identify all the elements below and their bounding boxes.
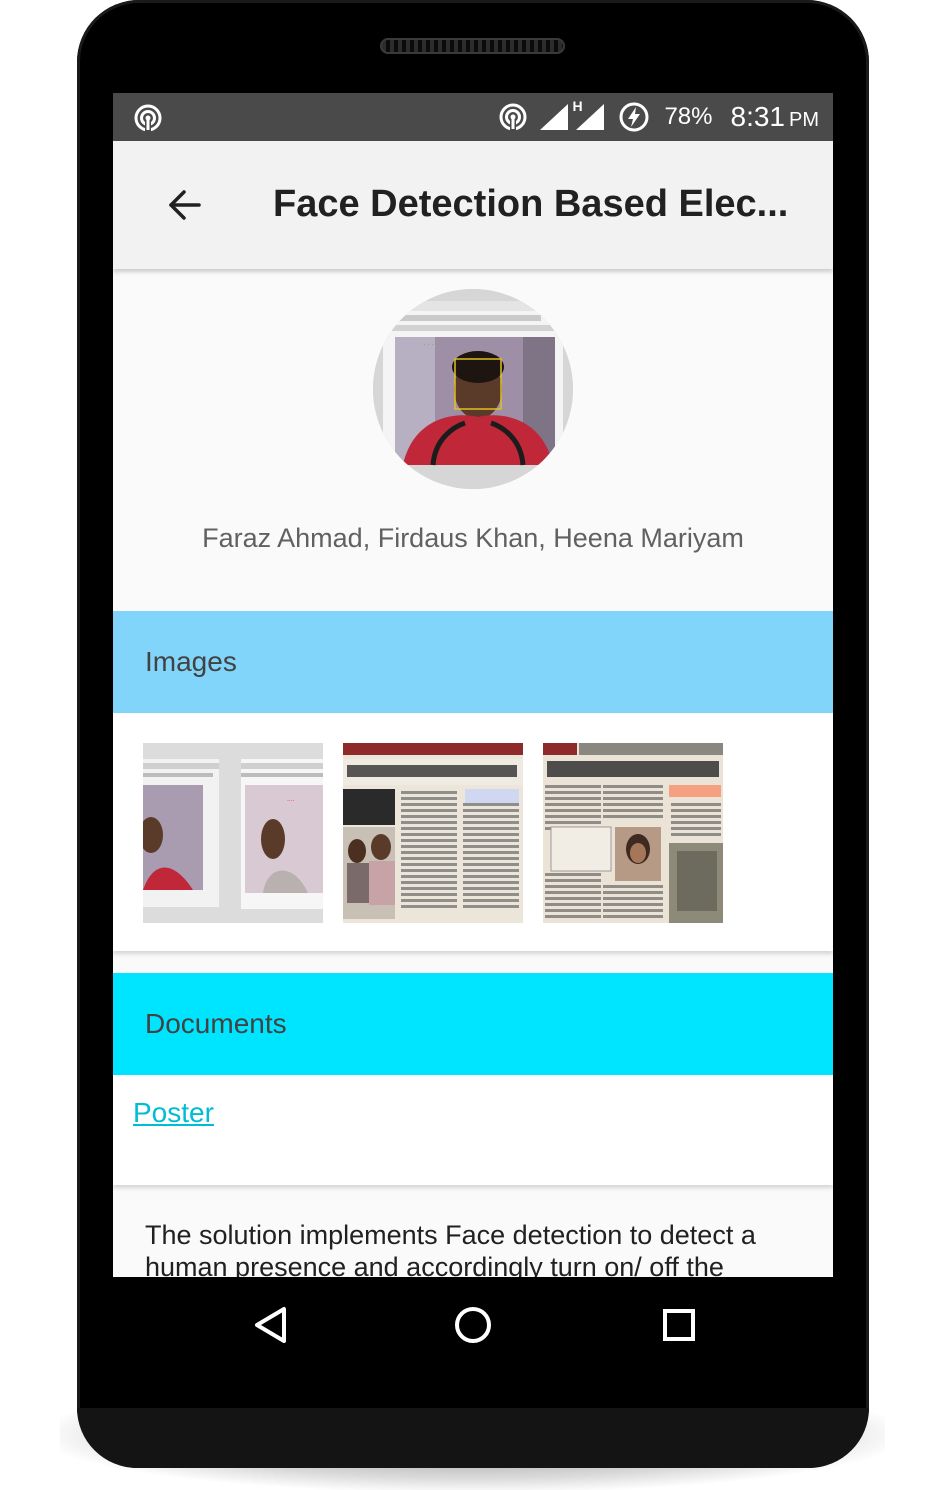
avatar-image: . . . .: [373, 289, 573, 489]
project-avatar[interactable]: . . . .: [373, 289, 573, 489]
svg-text:. . . .: . . . .: [423, 339, 439, 347]
images-section-label: Images: [145, 646, 237, 677]
clock-time: 8:31: [730, 101, 786, 132]
images-strip: ....: [113, 713, 833, 951]
clock-ampm: PM: [789, 109, 819, 131]
hotspot-icon: [133, 103, 163, 138]
arrow-left-icon: [169, 190, 201, 220]
screen: H 78% 8:31 PM Face Detection Based Elec..…: [113, 93, 833, 1277]
image-thumbnail[interactable]: [543, 743, 723, 923]
app-bar: Face Detection Based Elec...: [113, 141, 833, 269]
nav-recent-icon: [663, 1309, 695, 1341]
hotspot-icon: [498, 102, 528, 132]
page-title: Face Detection Based Elec...: [273, 183, 789, 225]
image-thumbnail[interactable]: [343, 743, 523, 923]
image-thumbnail[interactable]: ....: [143, 743, 323, 923]
status-icons: H 78% 8:31 PM: [498, 93, 819, 141]
images-section-header: Images: [113, 611, 833, 713]
phone-chin: [77, 1408, 869, 1468]
documents-section-label: Documents: [145, 1008, 287, 1039]
documents-list: Poster: [113, 1075, 833, 1185]
battery-saver-icon: [618, 101, 650, 133]
clock: 8:31 PM: [731, 101, 820, 133]
authors-text: Faraz Ahmad, Firdaus Khan, Heena Mariyam: [202, 523, 744, 553]
navigation-bar: [113, 1277, 833, 1373]
back-button[interactable]: [161, 181, 209, 229]
nav-back-button[interactable]: [247, 1301, 295, 1349]
thumbnail-image: ....: [143, 743, 323, 923]
description-text: The solution implements Face detection t…: [145, 1220, 756, 1277]
speaker-grille: [380, 38, 565, 54]
nav-back-icon: [255, 1307, 286, 1343]
documents-section-header: Documents: [113, 973, 833, 1075]
battery-percent: 78%: [664, 103, 713, 130]
svg-text:....: ....: [287, 796, 295, 803]
network-type-label: H: [572, 98, 583, 114]
newspaper-clipping-image: [543, 743, 723, 923]
nav-recent-button[interactable]: [655, 1301, 703, 1349]
poster-link[interactable]: Poster: [133, 1097, 214, 1129]
status-bar: H 78% 8:31 PM: [113, 93, 833, 141]
nav-home-icon: [455, 1307, 491, 1343]
newspaper-clipping-image: [343, 743, 523, 923]
signal-icon: H: [538, 98, 608, 132]
nav-home-button[interactable]: [449, 1301, 497, 1349]
